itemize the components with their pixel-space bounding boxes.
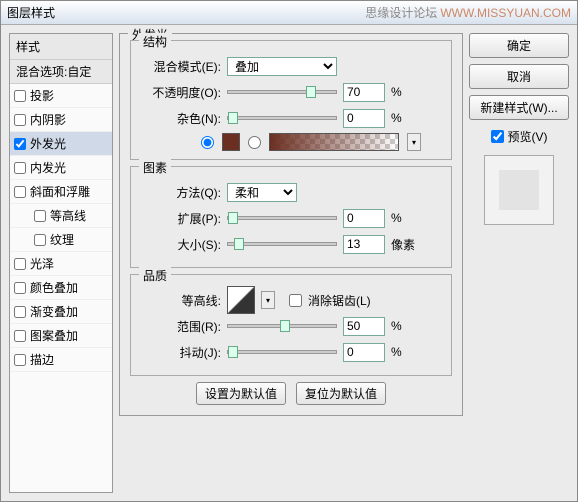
noise-slider[interactable] — [227, 116, 337, 120]
structure-title: 结构 — [139, 33, 171, 50]
style-item-label: 光泽 — [30, 255, 54, 272]
spread-input[interactable] — [343, 209, 385, 228]
style-checkbox[interactable] — [34, 210, 46, 222]
gradient-dropdown-icon[interactable]: ▾ — [407, 133, 421, 151]
style-item-label: 渐变叠加 — [30, 303, 78, 320]
elements-title: 图素 — [139, 159, 171, 176]
quality-title: 品质 — [139, 267, 171, 284]
watermark: 思缘设计论坛 WWW.MISSYUAN.COM — [365, 4, 571, 21]
style-checkbox[interactable] — [14, 90, 26, 102]
set-default-button[interactable]: 设置为默认值 — [196, 382, 286, 405]
style-checkbox[interactable] — [14, 282, 26, 294]
style-item-label: 图案叠加 — [30, 327, 78, 344]
range-unit: % — [391, 319, 402, 333]
style-item-label: 内阴影 — [30, 111, 66, 128]
gradient-radio[interactable] — [248, 136, 261, 149]
style-checkbox[interactable] — [14, 354, 26, 366]
right-panel: 确定 取消 新建样式(W)... 预览(V) — [469, 33, 569, 493]
style-item-label: 投影 — [30, 87, 54, 104]
range-input[interactable] — [343, 317, 385, 336]
style-item[interactable]: 描边 — [10, 348, 112, 372]
style-checkbox[interactable] — [14, 138, 26, 150]
color-radio[interactable] — [201, 136, 214, 149]
styles-list: 样式 混合选项:自定 投影内阴影外发光内发光斜面和浮雕等高线纹理光泽颜色叠加渐变… — [9, 33, 113, 493]
range-label: 范围(R): — [141, 318, 221, 335]
opacity-unit: % — [391, 85, 402, 99]
jitter-label: 抖动(J): — [141, 344, 221, 361]
style-checkbox[interactable] — [14, 162, 26, 174]
style-checkbox[interactable] — [14, 330, 26, 342]
style-checkbox[interactable] — [14, 186, 26, 198]
style-item-label: 描边 — [30, 351, 54, 368]
window-title: 图层样式 — [7, 4, 55, 21]
gradient-bar[interactable] — [269, 133, 399, 151]
size-unit: 像素 — [391, 236, 415, 253]
antialias-checkbox[interactable] — [289, 294, 302, 307]
style-item[interactable]: 渐变叠加 — [10, 300, 112, 324]
style-item-label: 颜色叠加 — [30, 279, 78, 296]
style-item[interactable]: 图案叠加 — [10, 324, 112, 348]
style-checkbox[interactable] — [34, 234, 46, 246]
cancel-button[interactable]: 取消 — [469, 64, 569, 89]
layer-style-dialog: 图层样式 思缘设计论坛 WWW.MISSYUAN.COM 样式 混合选项:自定 … — [0, 0, 578, 502]
style-checkbox[interactable] — [14, 258, 26, 270]
style-item-label: 等高线 — [50, 207, 86, 224]
style-checkbox[interactable] — [14, 306, 26, 318]
blend-mode-label: 混合模式(E): — [141, 58, 221, 75]
style-item[interactable]: 内阴影 — [10, 108, 112, 132]
style-item-label: 内发光 — [30, 159, 66, 176]
titlebar: 图层样式 思缘设计论坛 WWW.MISSYUAN.COM — [1, 1, 577, 25]
opacity-input[interactable] — [343, 83, 385, 102]
styles-header: 样式 — [10, 34, 112, 60]
preview-label: 预览(V) — [508, 128, 548, 145]
spread-unit: % — [391, 211, 402, 225]
style-item-label: 斜面和浮雕 — [30, 183, 90, 200]
opacity-slider[interactable] — [227, 90, 337, 94]
style-item[interactable]: 投影 — [10, 84, 112, 108]
spread-slider[interactable] — [227, 216, 337, 220]
jitter-slider[interactable] — [227, 350, 337, 354]
jitter-unit: % — [391, 345, 402, 359]
noise-unit: % — [391, 111, 402, 125]
style-item-label: 纹理 — [50, 231, 74, 248]
style-item[interactable]: 斜面和浮雕 — [10, 180, 112, 204]
style-item[interactable]: 光泽 — [10, 252, 112, 276]
preview-box — [484, 155, 554, 225]
antialias-label: 消除锯齿(L) — [308, 292, 371, 309]
spread-label: 扩展(P): — [141, 210, 221, 227]
reset-default-button[interactable]: 复位为默认值 — [296, 382, 386, 405]
size-slider[interactable] — [227, 242, 337, 246]
blend-options-header[interactable]: 混合选项:自定 — [10, 60, 112, 84]
noise-label: 杂色(N): — [141, 110, 221, 127]
style-item[interactable]: 外发光 — [10, 132, 112, 156]
noise-input[interactable] — [343, 109, 385, 128]
size-label: 大小(S): — [141, 236, 221, 253]
color-swatch[interactable] — [222, 133, 240, 151]
style-item[interactable]: 等高线 — [10, 204, 112, 228]
blend-mode-select[interactable]: 叠加 — [227, 57, 337, 76]
contour-dropdown-icon[interactable]: ▾ — [261, 291, 275, 309]
jitter-input[interactable] — [343, 343, 385, 362]
range-slider[interactable] — [227, 324, 337, 328]
style-item[interactable]: 内发光 — [10, 156, 112, 180]
style-item[interactable]: 颜色叠加 — [10, 276, 112, 300]
style-item-label: 外发光 — [30, 135, 66, 152]
preview-checkbox[interactable] — [491, 130, 504, 143]
style-checkbox[interactable] — [14, 114, 26, 126]
style-item[interactable]: 纹理 — [10, 228, 112, 252]
new-style-button[interactable]: 新建样式(W)... — [469, 95, 569, 120]
ok-button[interactable]: 确定 — [469, 33, 569, 58]
contour-picker[interactable] — [227, 286, 255, 314]
settings-panel: 外发光 结构 混合模式(E): 叠加 不透明度(O): % 杂色(N): — [119, 33, 463, 493]
size-input[interactable] — [343, 235, 385, 254]
opacity-label: 不透明度(O): — [141, 84, 221, 101]
technique-label: 方法(Q): — [141, 184, 221, 201]
contour-label: 等高线: — [141, 292, 221, 309]
technique-select[interactable]: 柔和 — [227, 183, 297, 202]
